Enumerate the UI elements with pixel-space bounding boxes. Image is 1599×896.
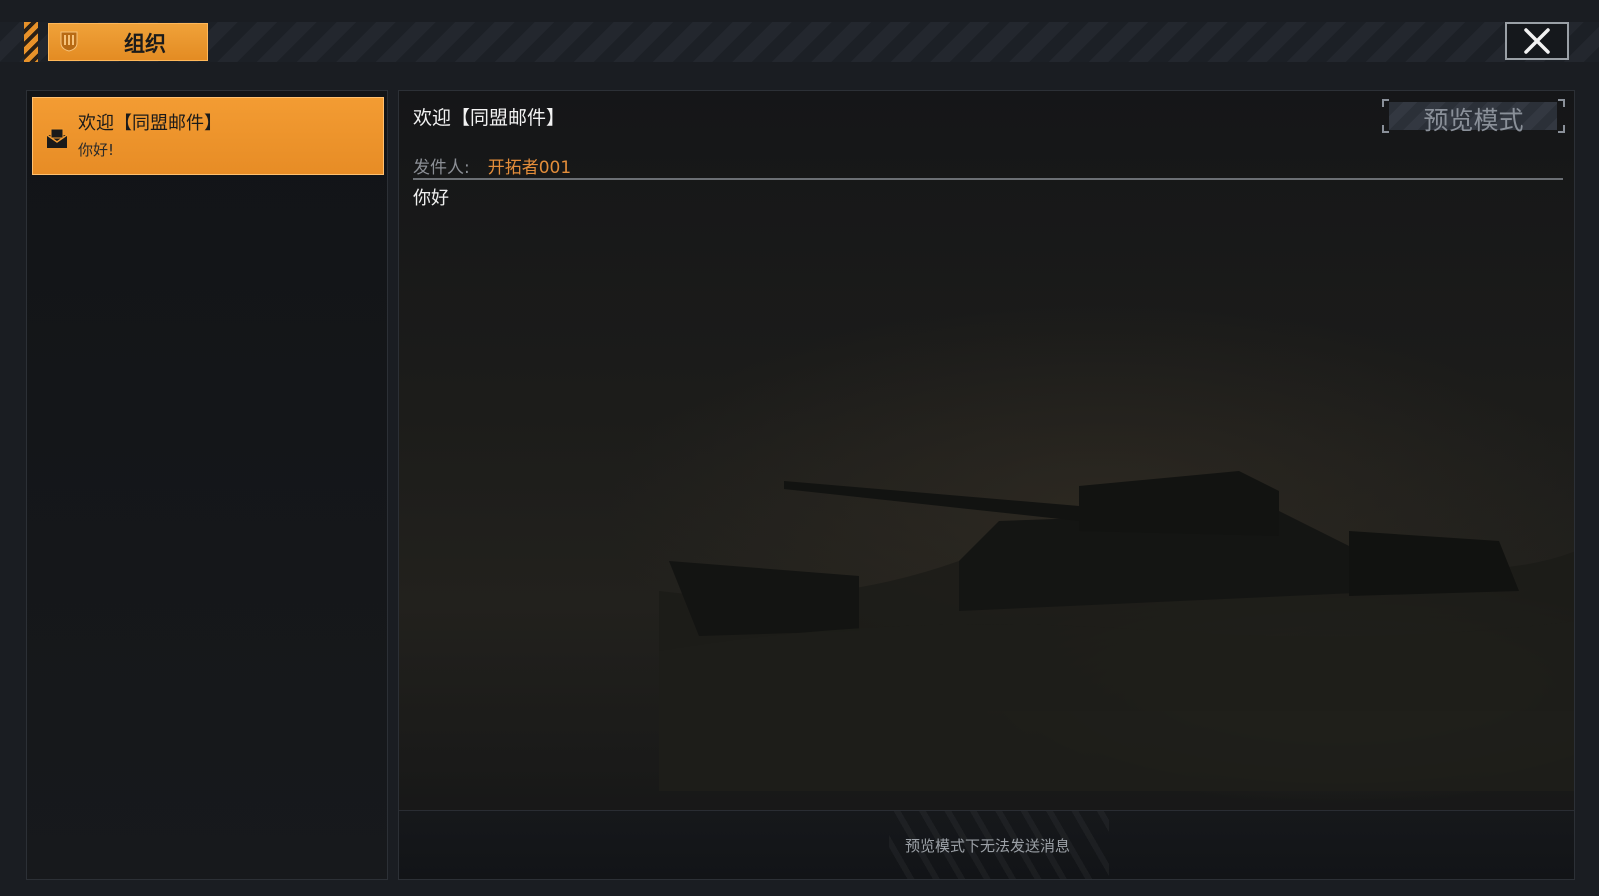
top-bar-accent xyxy=(24,22,38,62)
mail-icon xyxy=(46,128,68,148)
tank-background-illustration xyxy=(659,471,1574,791)
mail-list-item[interactable]: 欢迎【同盟邮件】 你好! xyxy=(32,97,384,175)
sender-row: 发件人: 开拓者001 xyxy=(413,153,571,178)
close-button[interactable] xyxy=(1505,22,1569,60)
mail-body: 你好 xyxy=(413,188,449,209)
close-icon xyxy=(1524,28,1550,54)
mail-item-preview: 你好! xyxy=(78,141,115,159)
mail-list-panel: 欢迎【同盟邮件】 你好! xyxy=(26,90,388,880)
mail-title: 欢迎【同盟邮件】 xyxy=(413,107,566,129)
header-divider xyxy=(413,178,1563,180)
preview-mode-badge: 预览模式 xyxy=(1381,99,1566,135)
alliance-badge-icon xyxy=(60,31,78,52)
top-bar xyxy=(0,22,1599,62)
tab-organization-label: 组织 xyxy=(124,32,166,56)
tab-organization[interactable]: 组织 xyxy=(48,23,208,61)
sender-label: 发件人: xyxy=(413,158,470,178)
preview-mode-label: 预览模式 xyxy=(1423,106,1524,135)
sender-name[interactable]: 开拓者001 xyxy=(488,158,571,178)
mail-item-title: 欢迎【同盟邮件】 xyxy=(78,113,222,134)
message-footer: 预览模式下无法发送消息 xyxy=(399,810,1574,879)
mail-detail-panel: 欢迎【同盟邮件】 预览模式 发件人: 开拓者001 你好 预览模式下无法发送消息 xyxy=(398,90,1575,880)
footer-note: 预览模式下无法发送消息 xyxy=(904,837,1070,855)
